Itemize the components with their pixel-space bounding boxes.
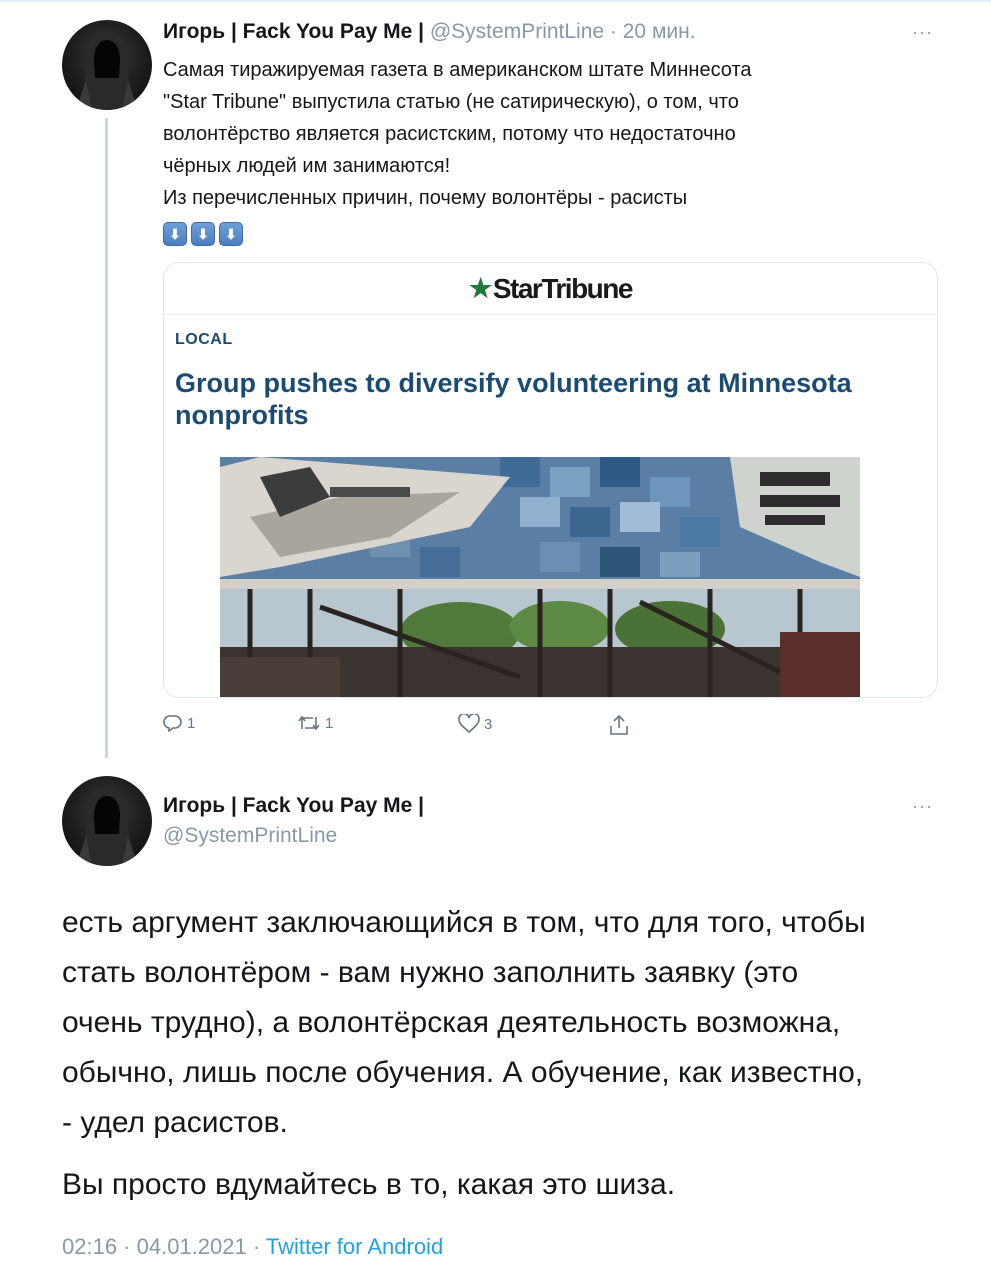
text-line: Вы просто вдумайтесь в то, какая это шиз… (62, 1168, 676, 1201)
reply-count: 1 (187, 714, 196, 732)
tweet1-header: Игорь | Fack You Pay Me | @SystemPrintLi… (163, 20, 696, 44)
tweet1-text: Самая тиражируемая газета в американском… (163, 54, 923, 214)
share-button[interactable] (609, 714, 629, 736)
retweet-icon (298, 715, 320, 731)
more-options-icon[interactable]: ··· (912, 22, 933, 43)
avatar[interactable] (62, 20, 152, 110)
burned-building-photo (220, 457, 860, 697)
timestamp[interactable]: · 20 мин. (610, 20, 696, 43)
display-name[interactable]: Игорь | Fack You Pay Me | (163, 794, 424, 817)
like-count: 3 (484, 715, 493, 733)
tweet2-display-name[interactable]: Игорь | Fack You Pay Me | (163, 794, 424, 818)
arrow-emoji-row: ⬇ ⬇ ⬇ (163, 222, 243, 246)
like-button[interactable]: 3 (458, 714, 492, 734)
more-options-icon[interactable]: ··· (912, 796, 933, 817)
article-headline[interactable]: Group pushes to diversify volunteering a… (175, 367, 875, 431)
heart-icon (458, 714, 480, 734)
text-line: есть аргумент заключающийся в том, что д… (62, 906, 866, 939)
reply-icon (163, 715, 182, 732)
mural-tiles (220, 457, 860, 582)
section-label: LOCAL (175, 331, 233, 348)
article-photo (220, 457, 860, 697)
thread-connector-line (105, 118, 108, 758)
text-line: "Star Tribune" выпустила статью (не сати… (163, 91, 739, 113)
brand-name: StarTribune (492, 272, 634, 304)
reply-button[interactable]: 1 (163, 714, 195, 732)
retweet-button[interactable]: 1 (297, 714, 333, 732)
article-card[interactable]: ★ StarTribune LOCAL Group pushes to dive… (163, 262, 938, 698)
source-link[interactable]: Twitter for Android (266, 1234, 443, 1259)
text-line: очень трудно), а волонтёрская деятельнос… (62, 1006, 841, 1039)
card-brand-header: ★ StarTribune (164, 263, 937, 315)
text-line: Самая тиражируемая газета в американском… (163, 59, 752, 81)
share-icon (610, 714, 628, 735)
tweet2-handle[interactable]: @SystemPrintLine (163, 824, 337, 848)
retweet-count: 1 (325, 714, 334, 732)
down-arrow-icon: ⬇ (219, 222, 243, 246)
timestamp[interactable]: 02:16 · 04.01.2021 · (62, 1234, 266, 1259)
down-arrow-icon: ⬇ (163, 222, 187, 246)
tweet-meta: 02:16 · 04.01.2021 · Twitter for Android (62, 1234, 443, 1260)
text-line: Из перечисленных причин, почему волонтёр… (163, 187, 688, 209)
text-line: волонтёрство является расистским, потому… (163, 123, 736, 145)
text-line: стать волонтёром - вам нужно заполнить з… (62, 956, 799, 989)
handle[interactable]: @SystemPrintLine (430, 20, 604, 43)
display-name[interactable]: Игорь | Fack You Pay Me | (163, 20, 424, 43)
top-divider (0, 0, 991, 2)
hooded-figure-image (76, 788, 138, 866)
tweet-actions: 1 1 3 (163, 714, 683, 742)
tweet2-text: есть аргумент заключающийся в том, что д… (62, 898, 962, 1210)
avatar[interactable] (62, 776, 152, 866)
hooded-figure-image (76, 32, 138, 110)
handle[interactable]: @SystemPrintLine (163, 824, 337, 847)
star-icon: ★ (469, 273, 492, 303)
down-arrow-icon: ⬇ (191, 222, 215, 246)
startribune-logo: ★ StarTribune (469, 272, 634, 305)
text-line: - удел расистов. (62, 1106, 288, 1139)
text-line: чёрных людей им занимаются! (163, 155, 451, 177)
text-line: обычно, лишь после обучения. А обучение,… (62, 1056, 864, 1089)
